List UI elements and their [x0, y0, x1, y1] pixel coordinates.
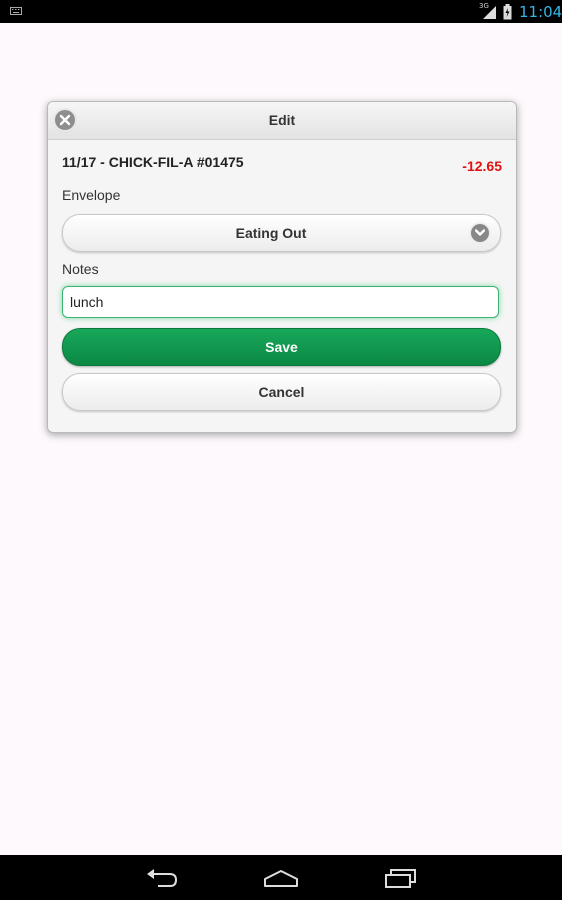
cancel-button[interactable]: Cancel [62, 373, 501, 411]
edit-dialog: Edit 11/17 - CHICK-FIL-A #01475 -12.65 E… [47, 101, 517, 433]
back-icon [147, 869, 178, 887]
recent-apps-button[interactable] [381, 865, 421, 891]
back-button[interactable] [142, 865, 182, 891]
dialog-header: Edit [48, 102, 516, 140]
status-bar: 3G 11:04 [0, 0, 562, 23]
transaction-amount: -12.65 [462, 158, 502, 174]
transaction-name: 11/17 - CHICK-FIL-A #01475 [62, 154, 244, 170]
home-icon [264, 870, 298, 887]
notes-label: Notes [62, 261, 99, 277]
save-button[interactable]: Save [62, 328, 501, 366]
notes-input[interactable] [62, 286, 499, 318]
envelope-select[interactable]: Eating Out [62, 214, 501, 252]
envelope-selected-value: Eating Out [235, 225, 307, 241]
keyboard-icon [10, 7, 22, 15]
clock: 11:04 [519, 3, 562, 21]
dialog-title: Edit [268, 112, 296, 128]
battery-icon [503, 4, 512, 20]
envelope-label: Envelope [62, 187, 121, 203]
chevron-down-icon [471, 224, 489, 242]
home-button[interactable] [261, 865, 301, 891]
navigation-bar [0, 855, 562, 900]
recent-apps-icon [385, 869, 416, 888]
signal-icon [483, 6, 496, 19]
